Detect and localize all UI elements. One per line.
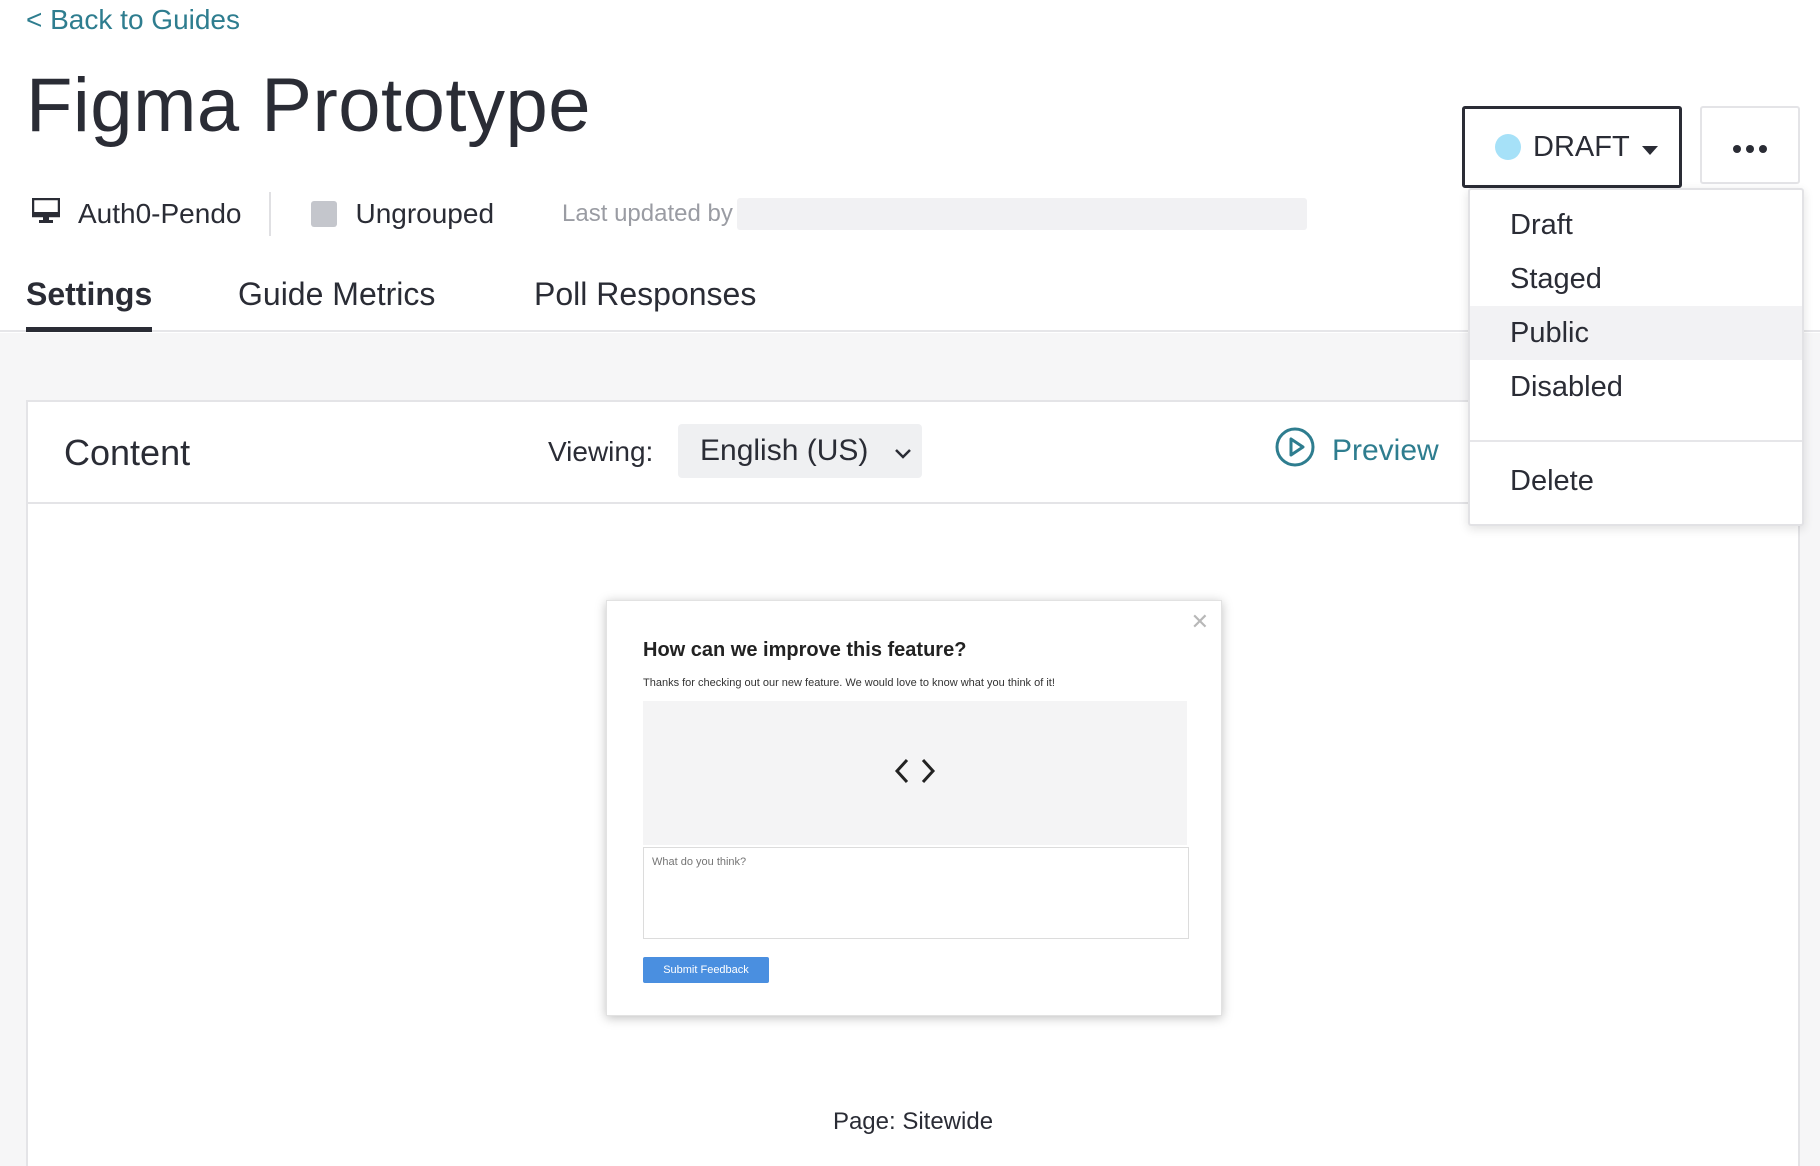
menu-divider [1470,440,1802,442]
status-value: DRAFT [1533,130,1630,163]
menu-item-delete[interactable]: Delete [1470,454,1802,508]
viewing-label: Viewing: [548,436,654,467]
menu-item-public[interactable]: Public [1470,306,1802,360]
last-updated-label: Last updated by [562,200,733,227]
group-color-swatch [311,201,338,227]
status-dot [1495,134,1521,160]
guide-preview-modal: ✕ How can we improve this feature? Thank… [606,600,1222,1016]
preview-label: Preview [1332,434,1439,467]
chevron-down-icon [894,434,912,468]
guide-preview-title: How can we improve this feature? [643,639,967,661]
guide-preview-subtitle: Thanks for checking out our new feature.… [643,677,1055,689]
play-circle-icon [1274,426,1316,476]
menu-item-staged[interactable]: Staged [1470,252,1802,306]
app-info: Auth0-Pendo [31,197,242,231]
meta-divider [269,192,272,236]
code-block-placeholder [643,701,1187,845]
status-dropdown-menu: Draft Staged Public Disabled Delete [1468,188,1804,526]
content-title: Content [64,432,191,473]
code-icon [893,756,937,791]
status-dropdown-button[interactable]: DRAFT [1462,106,1682,188]
preview-button[interactable]: Preview [1274,426,1439,476]
page-title: Figma Prototype [26,63,592,148]
tab-guide-metrics[interactable]: Guide Metrics [238,276,435,332]
menu-item-disabled[interactable]: Disabled [1470,360,1802,414]
close-icon[interactable]: ✕ [1191,609,1209,635]
guide-detail-page: < Back to Guides Figma Prototype Auth0-P… [0,0,1820,1166]
feedback-textarea[interactable] [643,847,1189,939]
more-icon [1732,128,1768,162]
caret-down-icon [1641,131,1658,164]
language-value: English (US) [700,434,869,467]
menu-item-draft[interactable]: Draft [1470,198,1802,252]
group-info[interactable]: Ungrouped [311,198,494,230]
guide-meta-row: Auth0-Pendo Ungrouped Last updated by [31,192,1307,236]
submit-feedback-button[interactable]: Submit Feedback [643,957,769,983]
group-name: Ungrouped [355,198,495,229]
tab-poll-responses[interactable]: Poll Responses [534,276,756,332]
back-to-guides-link[interactable]: < Back to Guides [26,4,240,36]
tab-settings[interactable]: Settings [26,276,153,332]
app-name: Auth0-Pendo [78,198,242,229]
last-updated-redacted [736,198,1307,230]
monitor-icon [31,197,61,231]
more-options-button[interactable] [1700,106,1800,184]
page-scope-label: Page: Sitewide [832,1108,994,1135]
language-select[interactable]: English (US) [678,424,922,478]
